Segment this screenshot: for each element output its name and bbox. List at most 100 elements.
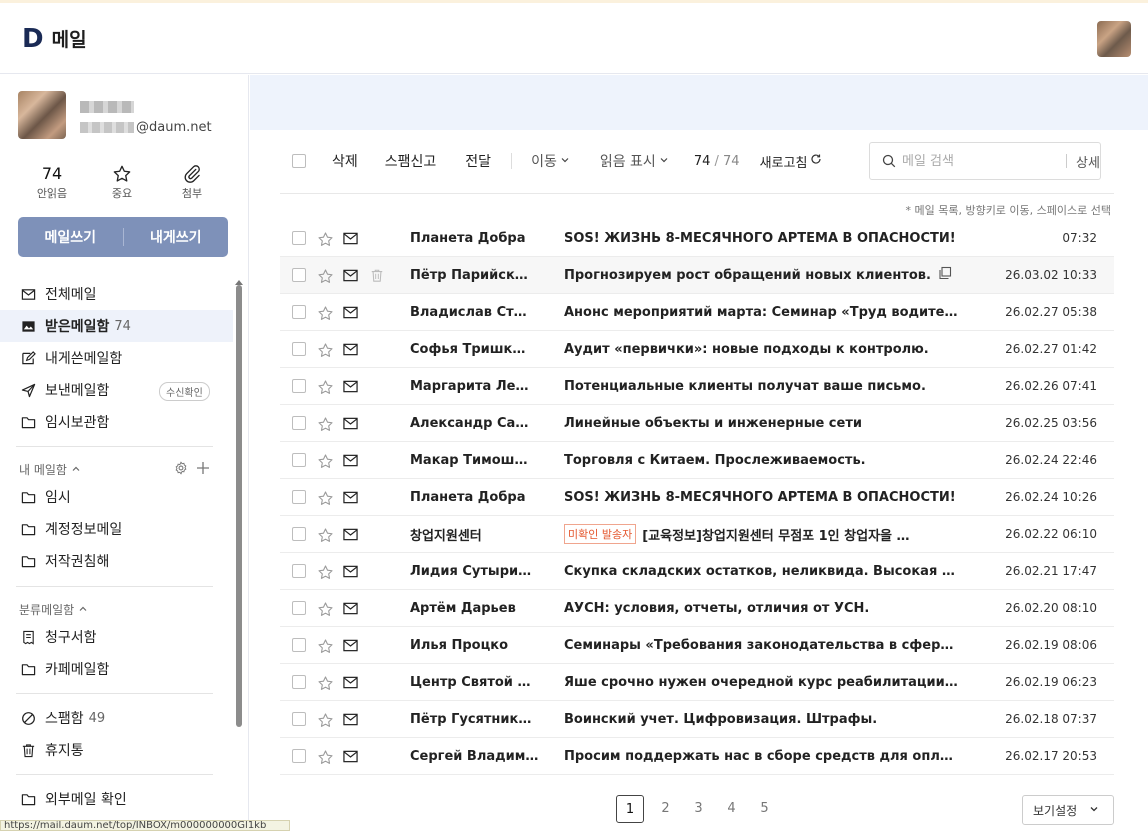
mail-row[interactable]: Сергей Владим… Просим поддержать нас в сб… — [280, 738, 1114, 775]
move-dropdown[interactable]: 이동 — [531, 151, 570, 171]
mail-subject[interactable]: SOS! ЖИЗНЬ 8-МЕСЯЧНОГО АРТЕМА В ОПАСНОСТ… — [564, 490, 960, 505]
star-icon[interactable] — [317, 231, 334, 252]
mail-subject[interactable]: Торговля с Китаем. Прослеживаемость. — [564, 453, 960, 468]
mail-row[interactable]: Пётр Гусятник… Воинский учет. Цифровизаци… — [280, 701, 1114, 738]
settings-gear-icon[interactable] — [174, 461, 188, 479]
mail-select-checkbox[interactable] — [292, 564, 306, 578]
envelope-icon[interactable] — [343, 528, 358, 545]
mail-sender[interactable]: 창업지원센터 — [410, 525, 550, 544]
quick-attachment[interactable]: 첨부 — [162, 163, 222, 201]
mail-sender[interactable]: Пётр Парийск… — [410, 268, 550, 283]
detail-search-button[interactable]: 상세 — [1076, 152, 1100, 171]
mail-select-checkbox[interactable] — [292, 638, 306, 652]
folder-inbox[interactable]: 받은메일함 74 — [0, 310, 233, 342]
mail-subject[interactable]: АУСН: условия, отчеты, отличия от УСН. — [564, 601, 960, 616]
page-4-button[interactable]: 4 — [715, 795, 748, 823]
read-receipt-badge[interactable]: 수신확인 — [159, 382, 210, 401]
mail-subject[interactable]: Семинары «Требования законодательства в … — [564, 638, 960, 653]
mail-row[interactable]: Макар Тимош… Торговля с Китаем. Прослежив… — [280, 442, 1114, 479]
my-mailbox-header[interactable]: 내 메일함 — [19, 461, 81, 478]
star-icon[interactable] — [317, 268, 334, 289]
mail-select-checkbox[interactable] — [292, 527, 306, 541]
search-input[interactable] — [902, 153, 1062, 169]
folder-drafts[interactable]: 임시보관함 — [0, 406, 233, 438]
mail-row[interactable]: Владислав Ст… Анонс мероприятий марта: Се… — [280, 294, 1114, 331]
star-icon[interactable] — [317, 712, 334, 733]
mail-select-checkbox[interactable] — [292, 231, 306, 245]
folder-spam[interactable]: 스팸함 49 — [0, 702, 233, 734]
mail-subject[interactable]: 미확인 발송자 [교육정보]창업지원센터 무점포 1인 창업자을 … — [564, 524, 960, 544]
view-settings-dropdown[interactable]: 보기설정 — [1022, 795, 1114, 825]
mail-sender[interactable]: Планета Добра — [410, 231, 550, 246]
mail-subject[interactable]: Линейные объекты и инженерные сети — [564, 416, 960, 431]
mail-row[interactable]: Артём Дарьев АУСН: условия, отчеты, отлич… — [280, 590, 1114, 627]
mail-sender[interactable]: Илья Процко — [410, 638, 550, 653]
mail-row[interactable]: Лидия Сутыри… Скупка складских остатков, … — [280, 553, 1114, 590]
page-3-button[interactable]: 3 — [682, 795, 715, 823]
mail-sender[interactable]: Сергей Владим… — [410, 749, 550, 764]
add-folder-icon[interactable] — [196, 461, 210, 479]
star-icon[interactable] — [317, 453, 334, 474]
mail-row[interactable]: 창업지원센터 미확인 발송자 [교육정보]창업지원센터 무점포 1인 창업자을 … 2… — [280, 516, 1114, 553]
external-mail[interactable]: 외부메일 확인 — [0, 783, 233, 815]
mail-select-checkbox[interactable] — [292, 416, 306, 430]
mail-row[interactable]: Планета Добра SOS! ЖИЗНЬ 8-МЕСЯЧНОГО АРТЕ… — [280, 479, 1114, 516]
mail-sender[interactable]: Александр Са… — [410, 416, 550, 431]
folder-self-sent[interactable]: 내게쓴메일함 — [0, 342, 233, 374]
mail-sender[interactable]: Пётр Гусятник… — [410, 712, 550, 727]
quick-unread[interactable]: 74 안읽음 — [22, 163, 82, 201]
envelope-icon[interactable] — [343, 454, 358, 471]
mail-row[interactable]: Центр Святой … Яше срочно нужен очередной… — [280, 664, 1114, 701]
star-icon[interactable] — [317, 601, 334, 622]
envelope-icon[interactable] — [343, 380, 358, 397]
mail-row[interactable]: Пётр Парийск… Прогнозируем рост обращений… — [280, 257, 1114, 294]
quick-important[interactable]: 중요 — [92, 163, 152, 201]
mail-select-checkbox[interactable] — [292, 453, 306, 467]
envelope-icon[interactable] — [343, 713, 358, 730]
star-icon[interactable] — [317, 749, 334, 770]
write-to-self-button[interactable]: 내게쓰기 — [124, 227, 229, 247]
mail-subject[interactable]: Воинский учет. Цифровизация. Штрафы. — [564, 712, 960, 727]
compose-button[interactable]: 메일쓰기 — [18, 227, 123, 247]
envelope-icon[interactable] — [343, 565, 358, 582]
mail-sender[interactable]: Макар Тимош… — [410, 453, 550, 468]
mail-subject[interactable]: Прогнозируем рост обращений новых клиент… — [564, 266, 960, 284]
select-all-checkbox[interactable] — [292, 154, 306, 168]
open-new-window-icon[interactable] — [938, 266, 952, 284]
mail-select-checkbox[interactable] — [292, 379, 306, 393]
envelope-icon[interactable] — [343, 676, 358, 693]
envelope-icon[interactable] — [343, 602, 358, 619]
star-icon[interactable] — [317, 379, 334, 400]
mail-select-checkbox[interactable] — [292, 490, 306, 504]
mail-select-checkbox[interactable] — [292, 601, 306, 615]
envelope-icon[interactable] — [343, 417, 358, 434]
folder-my-1[interactable]: 계정정보메일 — [0, 513, 233, 545]
star-icon[interactable] — [317, 527, 334, 548]
delete-button[interactable]: 삭제 — [332, 151, 358, 171]
folder-all[interactable]: 전체메일 — [0, 278, 233, 310]
app-logo[interactable]: D 메일 — [22, 25, 87, 52]
envelope-icon[interactable] — [343, 750, 358, 767]
folder-my-0[interactable]: 임시 — [0, 481, 233, 513]
mark-read-dropdown[interactable]: 읽음 표시 — [600, 151, 669, 171]
mail-subject[interactable]: Потенциальные клиенты получат ваше письм… — [564, 379, 960, 394]
account-avatar[interactable] — [1097, 21, 1131, 57]
refresh-button[interactable]: 새로고침 — [760, 152, 823, 171]
mail-sender[interactable]: Артём Дарьев — [410, 601, 550, 616]
mail-sender[interactable]: Центр Святой … — [410, 675, 550, 690]
page-2-button[interactable]: 2 — [649, 795, 682, 823]
mail-sender[interactable]: Планета Добра — [410, 490, 550, 505]
sidebar-scrollbar[interactable] — [236, 285, 242, 727]
mail-select-checkbox[interactable] — [292, 749, 306, 763]
envelope-icon[interactable] — [343, 232, 358, 249]
envelope-icon[interactable] — [343, 269, 358, 286]
mail-sender[interactable]: Лидия Сутыри… — [410, 564, 550, 579]
mail-row[interactable]: Илья Процко Семинары «Требования законода… — [280, 627, 1114, 664]
mail-sender[interactable]: Маргарита Ле… — [410, 379, 550, 394]
envelope-icon[interactable] — [343, 306, 358, 323]
mail-sender[interactable]: Софья Тришк… — [410, 342, 550, 357]
star-icon[interactable] — [317, 305, 334, 326]
envelope-icon[interactable] — [343, 491, 358, 508]
mail-row[interactable]: Планета Добра SOS! ЖИЗНЬ 8-МЕСЯЧНОГО АРТЕ… — [280, 220, 1114, 257]
trash-icon[interactable] — [370, 268, 384, 287]
